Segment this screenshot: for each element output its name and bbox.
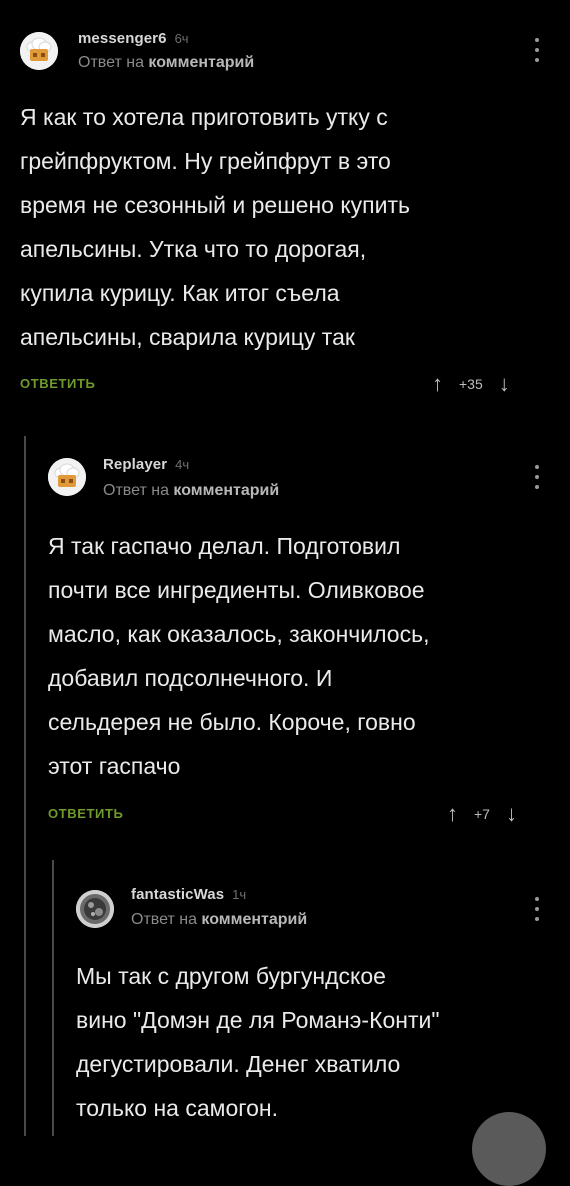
comment-line: Мы так с другом бургундское bbox=[76, 963, 386, 989]
downvote-arrow-icon[interactable]: ↓ bbox=[506, 802, 517, 826]
comment-text: Я так гаспачо делал. Подготовил почти вс… bbox=[48, 524, 429, 788]
more-options-icon[interactable] bbox=[531, 463, 543, 491]
comment-line: почти все ингредиенты. Оливковое bbox=[48, 577, 425, 603]
reply-button[interactable]: ОТВЕТИТЬ bbox=[20, 376, 95, 391]
thread-line-level-1 bbox=[24, 436, 26, 1136]
vote-controls: ↑ +7 ↓ bbox=[447, 802, 517, 826]
reply-to-line: Ответ на комментарий bbox=[131, 911, 307, 929]
comment-line: Я как то хотела приготовить утку с bbox=[20, 104, 388, 130]
avatar[interactable] bbox=[76, 890, 114, 928]
chef-hat-avatar-icon bbox=[20, 32, 58, 70]
reply-prefix: Ответ на bbox=[78, 54, 144, 71]
chef-hat-avatar-icon bbox=[48, 458, 86, 496]
comment-line: апельсины. Утка что то дорогая, bbox=[20, 236, 367, 262]
comment-line: апельсины, сварила курицу так bbox=[20, 324, 355, 350]
score: +35 bbox=[459, 376, 483, 392]
comment-line: Я так гаспачо делал. Подготовил bbox=[48, 533, 401, 559]
comment-line: дегустировали. Денег хватило bbox=[76, 1051, 401, 1077]
floating-action-button[interactable] bbox=[472, 1112, 546, 1186]
comment-text: Я как то хотела приготовить утку с грейп… bbox=[20, 95, 410, 359]
reply-target-link[interactable]: комментарий bbox=[148, 54, 254, 71]
comment-meta: messenger6 6ч bbox=[78, 30, 189, 48]
more-options-icon[interactable] bbox=[531, 36, 543, 64]
comment-line: грейпфруктом. Ну грейпфрут в это bbox=[20, 148, 391, 174]
comment-line: время не сезонный и решено купить bbox=[20, 192, 410, 218]
reply-prefix: Ответ на bbox=[131, 911, 197, 928]
more-options-icon[interactable] bbox=[531, 895, 543, 923]
comment-line: купила курицу. Как итог съела bbox=[20, 280, 340, 306]
downvote-arrow-icon[interactable]: ↓ bbox=[499, 372, 510, 396]
reply-to-line: Ответ на комментарий bbox=[103, 482, 279, 500]
comment-line: вино "Домэн де ля Романэ-Конти" bbox=[76, 1007, 440, 1033]
comment-line: добавил подсолнечного. И bbox=[48, 665, 333, 691]
comment-line: только на самогон. bbox=[76, 1095, 279, 1121]
reply-target-link[interactable]: комментарий bbox=[173, 482, 279, 499]
username[interactable]: Replayer bbox=[103, 456, 167, 473]
upvote-arrow-icon[interactable]: ↑ bbox=[432, 372, 443, 396]
score: +7 bbox=[474, 806, 490, 822]
username[interactable]: fantasticWas bbox=[131, 886, 224, 903]
comment-line: масло, как оказалось, закончилось, bbox=[48, 621, 430, 647]
timestamp: 1ч bbox=[232, 887, 247, 902]
avatar[interactable] bbox=[20, 32, 58, 70]
photo-avatar-icon bbox=[76, 890, 114, 928]
timestamp: 4ч bbox=[175, 457, 190, 472]
reply-button[interactable]: ОТВЕТИТЬ bbox=[48, 806, 123, 821]
thread-line-level-2 bbox=[52, 860, 54, 1136]
comment-meta: fantasticWas 1ч bbox=[131, 886, 246, 904]
reply-prefix: Ответ на bbox=[103, 482, 169, 499]
comment-text: Мы так с другом бургундское вино "Домэн … bbox=[76, 954, 440, 1130]
comment-meta: Replayer 4ч bbox=[103, 456, 189, 474]
username[interactable]: messenger6 bbox=[78, 30, 167, 47]
comment-line: сельдерея не было. Короче, говно bbox=[48, 709, 416, 735]
vote-controls: ↑ +35 ↓ bbox=[432, 372, 510, 396]
upvote-arrow-icon[interactable]: ↑ bbox=[447, 802, 458, 826]
comment-line: этот гаспачо bbox=[48, 753, 181, 779]
reply-target-link[interactable]: комментарий bbox=[201, 911, 307, 928]
timestamp: 6ч bbox=[174, 31, 189, 46]
reply-to-line: Ответ на комментарий bbox=[78, 54, 254, 72]
avatar[interactable] bbox=[48, 458, 86, 496]
